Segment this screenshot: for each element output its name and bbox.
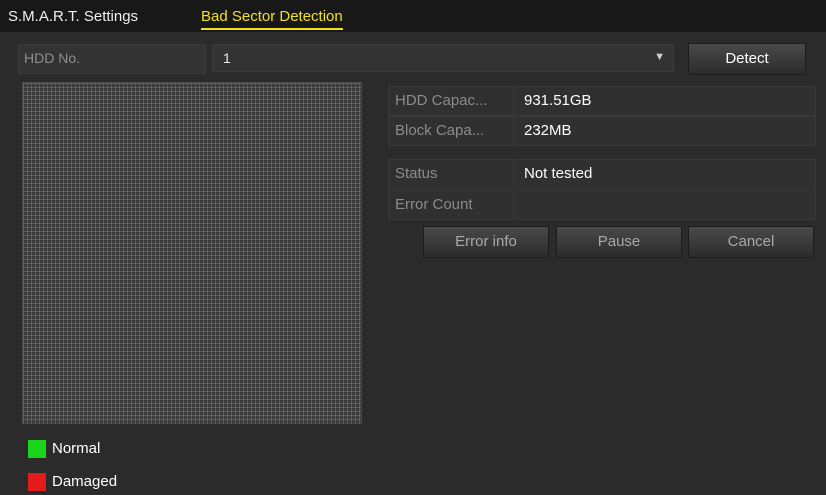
chevron-down-icon: ▼ xyxy=(654,51,665,63)
pause-button[interactable]: Pause xyxy=(556,226,682,258)
block-capacity-value: 232MB xyxy=(515,116,816,146)
status-row: Status Not tested xyxy=(388,159,816,189)
hdd-no-label: HDD No. xyxy=(24,50,81,66)
damaged-legend-label: Damaged xyxy=(52,473,118,490)
cancel-button[interactable]: Cancel xyxy=(688,226,814,258)
status-label: Status xyxy=(388,159,514,189)
detect-button[interactable]: Detect xyxy=(688,43,806,75)
damaged-legend-swatch xyxy=(28,473,46,491)
normal-legend-label: Normal xyxy=(52,440,101,457)
hdd-no-select[interactable]: 1 ▼ xyxy=(212,44,674,72)
error-count-label: Error Count xyxy=(388,190,514,220)
bad-sector-detection-panel: S.M.A.R.T. Settings Bad Sector Detection… xyxy=(0,0,826,495)
hdd-capacity-label: HDD Capac... xyxy=(388,86,514,116)
hdd-capacity-row: HDD Capac... 931.51GB xyxy=(388,86,816,116)
sector-block-grid xyxy=(22,82,362,424)
error-count-value xyxy=(515,190,816,220)
error-count-row: Error Count xyxy=(388,190,816,220)
error-info-button[interactable]: Error info xyxy=(423,226,549,258)
normal-legend-swatch xyxy=(28,440,46,458)
hdd-capacity-value: 931.51GB xyxy=(515,86,816,116)
block-capacity-label: Block Capa... xyxy=(388,116,514,146)
hdd-no-selected-value: 1 xyxy=(223,50,231,66)
tab-bad-sector-detection[interactable]: Bad Sector Detection xyxy=(201,8,343,30)
tab-smart-settings[interactable]: S.M.A.R.T. Settings xyxy=(8,8,138,26)
tab-bar: S.M.A.R.T. Settings Bad Sector Detection xyxy=(0,0,826,32)
status-value: Not tested xyxy=(515,159,816,189)
block-capacity-row: Block Capa... 232MB xyxy=(388,116,816,146)
